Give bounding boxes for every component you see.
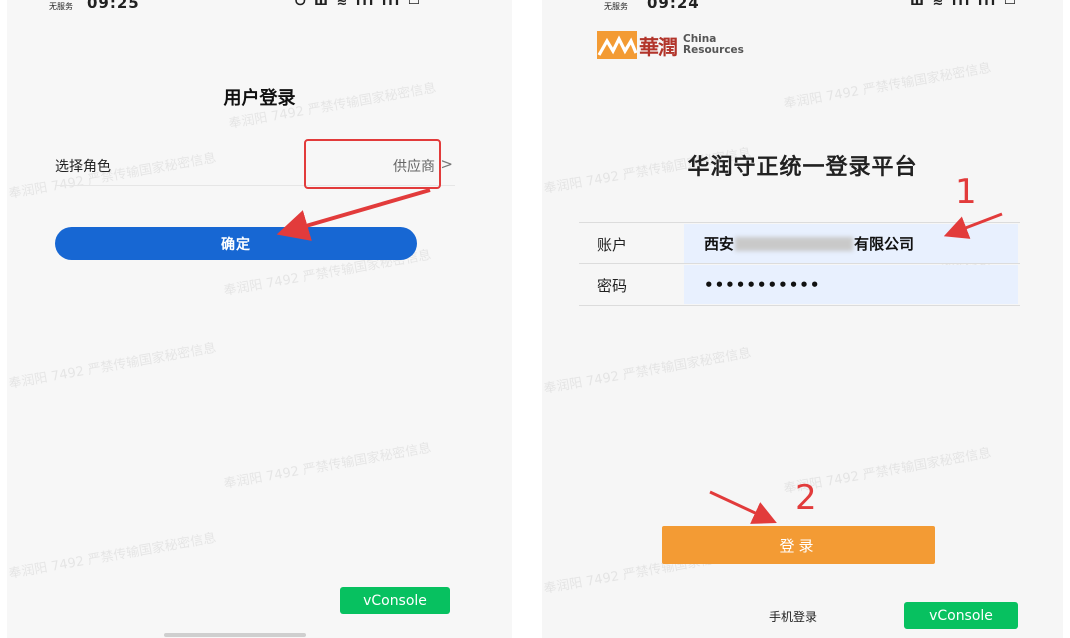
password-label: 密码 [597,277,628,295]
account-suffix: 有限公司 [854,235,915,253]
watermark: 奉润阳 7492 严禁传输国家秘密信息 [7,340,218,393]
password-row: 密码 ••••••••••• [579,264,1020,306]
logo-english-text: China Resources [683,34,744,56]
account-prefix: 西安 [704,235,735,253]
status-icons: ꟺ ≋ ıll ıll ▭ [910,0,1018,9]
right-phone-screen: 奉润阳 7492 严禁传输国家秘密信息 奉润阳 7492 严禁传输国家秘密信息 … [542,0,1063,638]
clock: 09:24 [647,0,700,12]
vconsole-button[interactable]: vConsole [340,587,450,614]
clock: 09:25 [87,0,140,12]
home-indicator [164,633,306,637]
annotation-step-2: 2 [795,478,817,518]
annotation-highlight-box [304,139,441,189]
annotation-step-1: 1 [955,172,977,212]
watermark: 奉润阳 7492 严禁传输国家秘密信息 [7,530,218,583]
screenshot-canvas: 奉润阳 7492 严禁传输国家秘密信息 奉润阳 7492 严禁传输国家秘密信息 … [0,0,1070,638]
chevron-right-icon: > [440,155,453,173]
account-input[interactable]: 西安 有限公司 [684,224,1018,263]
confirm-button[interactable]: 确定 [55,227,417,260]
page-title: 华润守正统一登录平台 [687,155,918,180]
redaction-blur [735,236,854,251]
china-resources-logo: 華潤 China Resources [597,28,744,62]
phone-login-link[interactable]: 手机登录 [769,608,817,625]
vconsole-button[interactable]: vConsole [904,602,1018,629]
account-row: 账户 西安 有限公司 [579,222,1020,264]
watermark: 奉润阳 7492 严禁传输国家秘密信息 [222,440,433,493]
logo-en-line2: Resources [683,44,744,56]
login-form: 账户 西安 有限公司 密码 ••••••••••• [579,222,1020,306]
watermark: 奉润阳 7492 严禁传输国家秘密信息 [782,60,993,113]
status-bar: 无服务 09:24 ꟺ ≋ ıll ıll ▭ [542,0,1063,14]
password-input[interactable]: ••••••••••• [684,265,1018,304]
login-button[interactable]: 登录 [662,526,935,564]
logo-mark-icon [597,31,637,59]
role-label: 选择角色 [55,159,111,175]
password-value: ••••••••••• [704,275,821,294]
status-icons: ᗢ ꟺ ≋ ıll ıll ▭ [294,0,422,9]
watermark: 奉润阳 7492 严禁传输国家秘密信息 [542,345,753,398]
carrier-text: 无服务 [604,2,628,11]
page-title: 用户登录 [223,88,296,109]
logo-chinese-text: 華潤 [639,34,678,59]
status-bar: 无服务 09:25 ᗢ ꟺ ≋ ıll ıll ▭ [7,0,512,14]
left-phone-screen: 奉润阳 7492 严禁传输国家秘密信息 奉润阳 7492 严禁传输国家秘密信息 … [7,0,512,638]
account-label: 账户 [597,236,628,254]
carrier-text: 无服务 [49,2,73,11]
